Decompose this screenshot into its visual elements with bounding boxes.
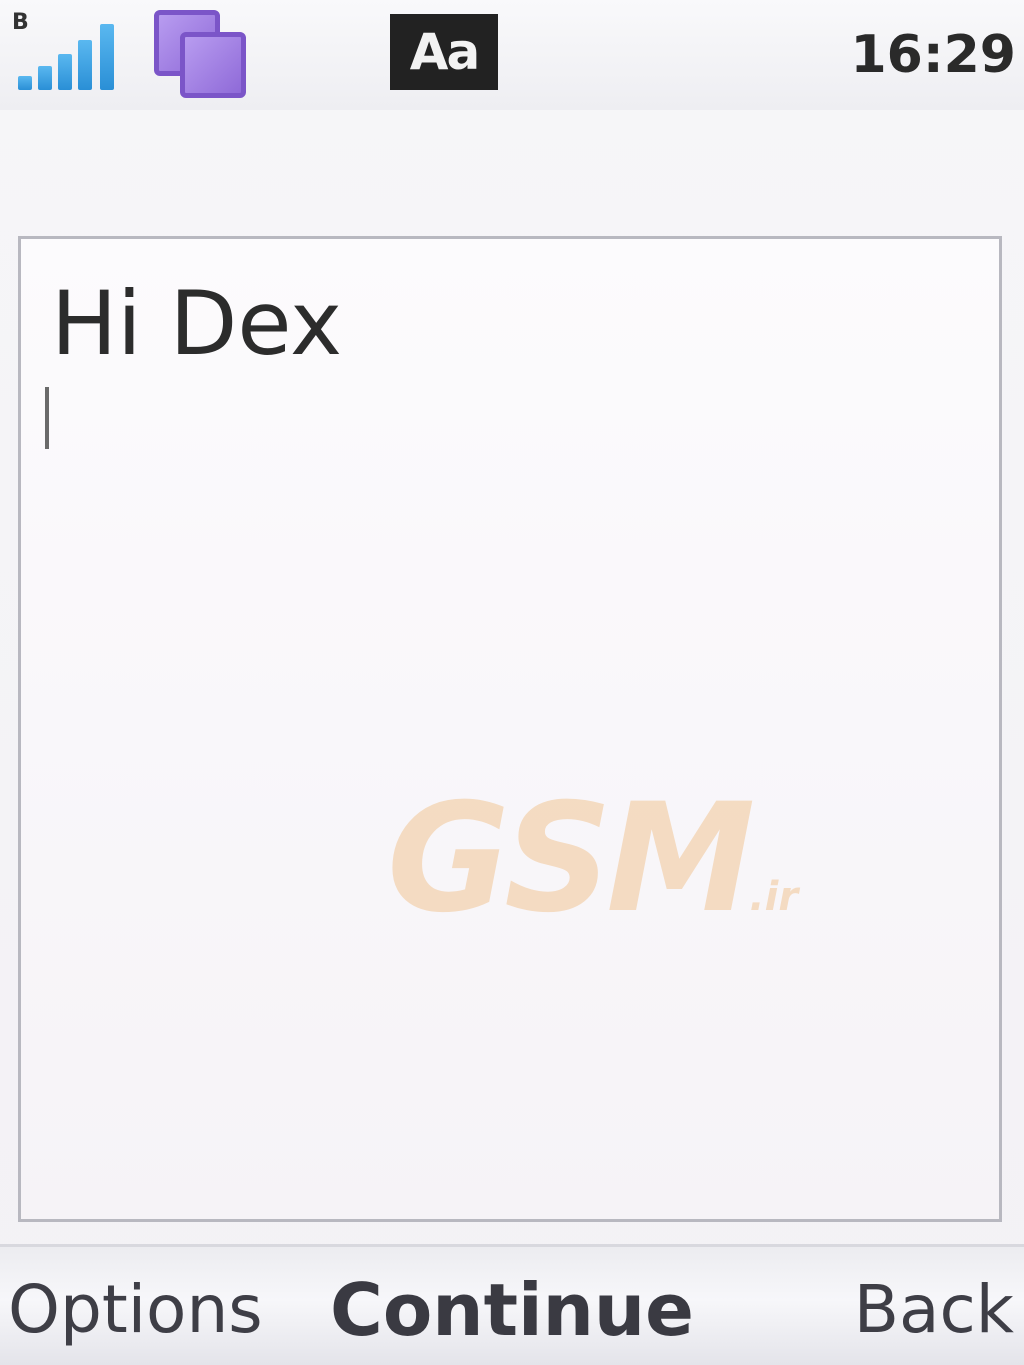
multitask-icon[interactable] xyxy=(152,8,247,98)
multitask-front-square xyxy=(180,32,246,98)
status-clock: 16:29 xyxy=(850,25,1016,85)
message-editor[interactable]: Hi Dex GSM.ir xyxy=(18,236,1002,1222)
watermark-logo: GSM.ir xyxy=(387,779,798,977)
signal-bar-1 xyxy=(18,76,32,90)
back-button[interactable]: Back xyxy=(854,1265,1014,1355)
signal-strength-icon: B xyxy=(12,12,122,90)
text-cursor xyxy=(45,387,49,449)
status-bar: B Aa 16:29 xyxy=(0,0,1024,110)
signal-bar-5 xyxy=(100,24,114,90)
watermark-suffix: .ir xyxy=(749,874,799,920)
watermark-brand: GSM xyxy=(387,772,755,946)
signal-bar-2 xyxy=(38,66,52,90)
message-text: Hi Dex xyxy=(51,272,343,375)
continue-button[interactable]: Continue xyxy=(330,1265,694,1355)
signal-bar-3 xyxy=(58,54,72,90)
signal-bar-4 xyxy=(78,40,92,90)
text-input-mode-icon: Aa xyxy=(390,14,498,90)
softkey-bar: Options Continue Back xyxy=(0,1244,1024,1365)
options-button[interactable]: Options xyxy=(8,1265,263,1355)
network-type-icon: B xyxy=(12,10,29,35)
